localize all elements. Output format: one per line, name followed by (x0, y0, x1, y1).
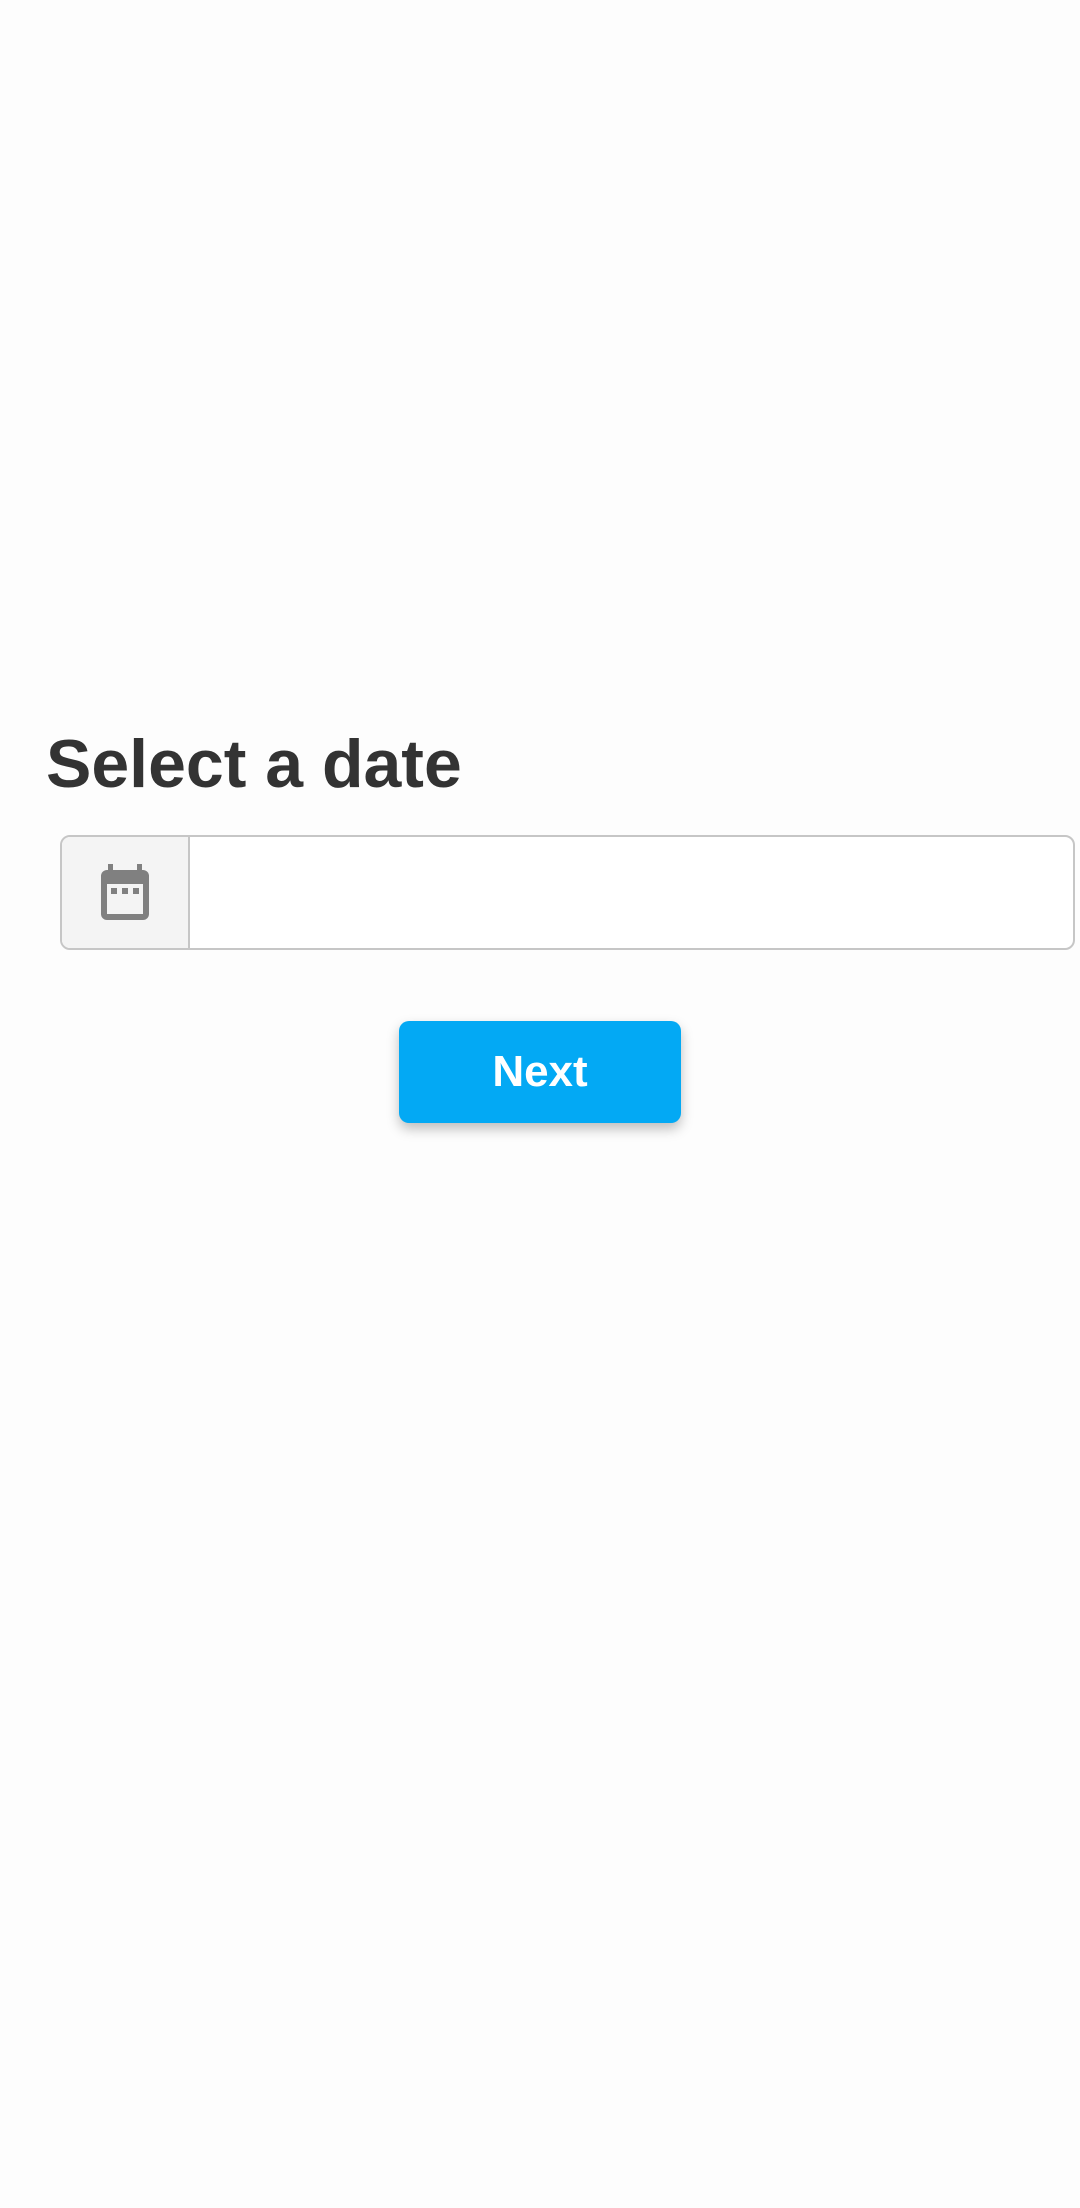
date-picker-button[interactable] (62, 837, 190, 948)
calendar-icon (101, 863, 149, 920)
date-input[interactable] (190, 837, 1073, 948)
next-button[interactable]: Next (399, 1021, 681, 1123)
date-field[interactable] (60, 835, 1075, 950)
page-title: Select a date (46, 726, 462, 802)
